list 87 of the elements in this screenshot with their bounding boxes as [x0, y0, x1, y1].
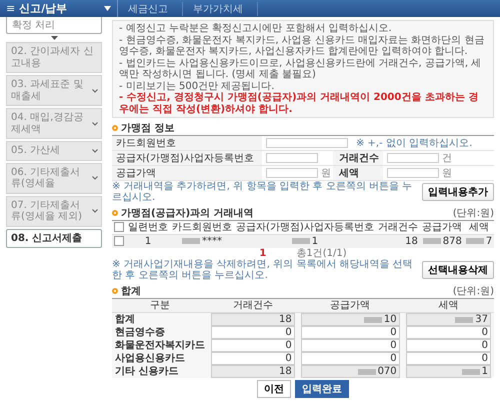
page-number[interactable]: 1 [259, 248, 266, 259]
notice-text: - 예정신고 누락분은 확정신고시에만 포함해서 입력하십시오. [119, 23, 393, 34]
column-header: 공급가액 [298, 298, 403, 312]
unit-label: 원 [320, 167, 332, 180]
amount-field: 070 [300, 365, 400, 378]
count-field[interactable] [387, 153, 439, 163]
amount-field[interactable]: 0 [406, 326, 491, 339]
menu-title: 신고/납부 [19, 1, 68, 16]
menu-icon[interactable]: ≡ [6, 2, 16, 15]
amount-field[interactable]: 0 [300, 326, 400, 339]
supply-amount-field[interactable] [266, 168, 318, 178]
chevron-down-icon [92, 88, 98, 92]
bullet-icon [112, 288, 118, 294]
tax-field[interactable] [387, 168, 439, 178]
row-label: 화물운전자복지카드 [112, 339, 208, 352]
table-cell: 878 [420, 234, 464, 248]
amount-field[interactable]: 0 [211, 326, 295, 339]
field-label: 공급자(가맹점)사업자등록번호 [112, 151, 262, 165]
amount-field[interactable]: 0 [211, 339, 295, 352]
section-title: 합계 [121, 285, 142, 298]
hint-text: ※ +,- 없이 입력하십시오. [356, 137, 472, 150]
warning-text: - 수정신고, 경정청구시 가맹점(공급자)과의 거래내역이 2000건을 초과하는 경우에는 직접 작성(변환)하셔야 합니다. [119, 92, 480, 115]
add-button[interactable]: 입력내용추가 [422, 183, 494, 201]
redaction-bar [292, 238, 310, 244]
amount-field: 18 [211, 365, 295, 378]
unit-label: 원 [441, 167, 453, 180]
section-title: 가맹점 정보 [121, 122, 176, 135]
submit-button[interactable]: 입력완료 [295, 380, 349, 398]
chevron-down-icon [92, 148, 98, 153]
sidebar-item[interactable]: 08. 신고서제출 [6, 228, 102, 248]
breadcrumb-link[interactable]: 부가가치세 [183, 2, 258, 16]
bullet-icon [112, 210, 118, 216]
amount-field: 37 [406, 313, 491, 326]
page-info: 총1건(1/1) [296, 248, 347, 259]
bullet-icon [112, 125, 118, 131]
redaction-bar [182, 238, 200, 244]
column-header: 세액 [402, 298, 494, 312]
notice-text: - 현금영수증, 화물운전자 복지카드, 사업용 신용카드 매입자료는 화면하단의 현금영수증, 화물운전자 복지카드, 사업신용자카드 합계란에만 입력하여야 합니다. [119, 34, 486, 58]
amount-field[interactable]: 0 [211, 352, 295, 365]
row-checkbox[interactable] [114, 236, 124, 246]
redaction-bar [462, 368, 480, 374]
field-label: 거래건수 [333, 151, 383, 165]
amount-field: 1 [406, 365, 491, 378]
redaction-bar [364, 316, 382, 322]
row-label: 기타 신용카드 [112, 365, 208, 378]
amount-field[interactable]: 0 [300, 339, 400, 352]
redaction-bar [455, 316, 474, 322]
breadcrumb-link[interactable]: 세금신고 [118, 2, 183, 16]
row-label: 현금영수증 [112, 326, 208, 339]
column-header: 구분 [112, 298, 208, 312]
field-label: 공급가액 [112, 166, 262, 180]
table-cell: **** [170, 234, 234, 248]
instruction-text: ※ 거래내역을 추가하려면, 위 항목을 입력한 후 오른쪽의 버튼을 누르십시오. [112, 181, 414, 203]
table-cell: 1 [234, 234, 376, 248]
table-cell: 1 [126, 234, 170, 248]
field-label: 세액 [333, 166, 383, 180]
column-header: 거래건수 [208, 298, 298, 312]
notice-text: - 법인카드는 사업용신용카드이므로, 사업용신용카드란에 거래건수, 공급가액, 세액만 작성하시면 됩니다. (명세 제출 불필요) [119, 58, 482, 80]
down-arrow-icon [50, 36, 58, 40]
redaction-bar [422, 238, 441, 244]
amount-field[interactable]: 0 [300, 352, 400, 365]
redaction-bar [358, 368, 376, 374]
unit-label: 건 [441, 152, 453, 165]
unit-text: (단위:원) [452, 207, 494, 220]
row-label: 사업용신용카드 [112, 352, 208, 365]
amount-field[interactable]: 0 [406, 352, 491, 365]
table-cell: 18 [376, 234, 420, 248]
notice-text: - 미리보기는 500건만 제공됩니다. [119, 80, 276, 92]
row-label: 합계 [112, 312, 208, 326]
caret-icon[interactable] [104, 6, 111, 11]
chevron-down-icon [92, 122, 98, 126]
select-all-checkbox[interactable] [114, 222, 124, 232]
redaction-bar [466, 238, 484, 244]
instruction-text: ※ 거래사업기재내용을 삭제하려면, 위의 목록에서 해당내역을 선택한 후 오른쪽의 버튼을 누르십시오. [112, 259, 414, 281]
amount-field: 10 [300, 313, 400, 326]
card-number-field[interactable] [266, 138, 348, 148]
business-number-field[interactable] [266, 153, 318, 163]
chevron-down-icon [92, 176, 98, 180]
amount-field[interactable]: 0 [406, 339, 491, 352]
delete-button[interactable]: 선택내용삭제 [422, 261, 494, 279]
unit-text: (단위:원) [452, 285, 494, 298]
sidebar-item[interactable]: 확정 처리 [6, 17, 102, 34]
section-title: 가맹점(공급자)과의 거래내역 [121, 207, 255, 220]
field-label: 카드회원번호 [112, 136, 262, 150]
chevron-down-icon [92, 209, 98, 213]
previous-button[interactable]: 이전 [257, 380, 291, 398]
amount-field: 18 [211, 313, 295, 326]
